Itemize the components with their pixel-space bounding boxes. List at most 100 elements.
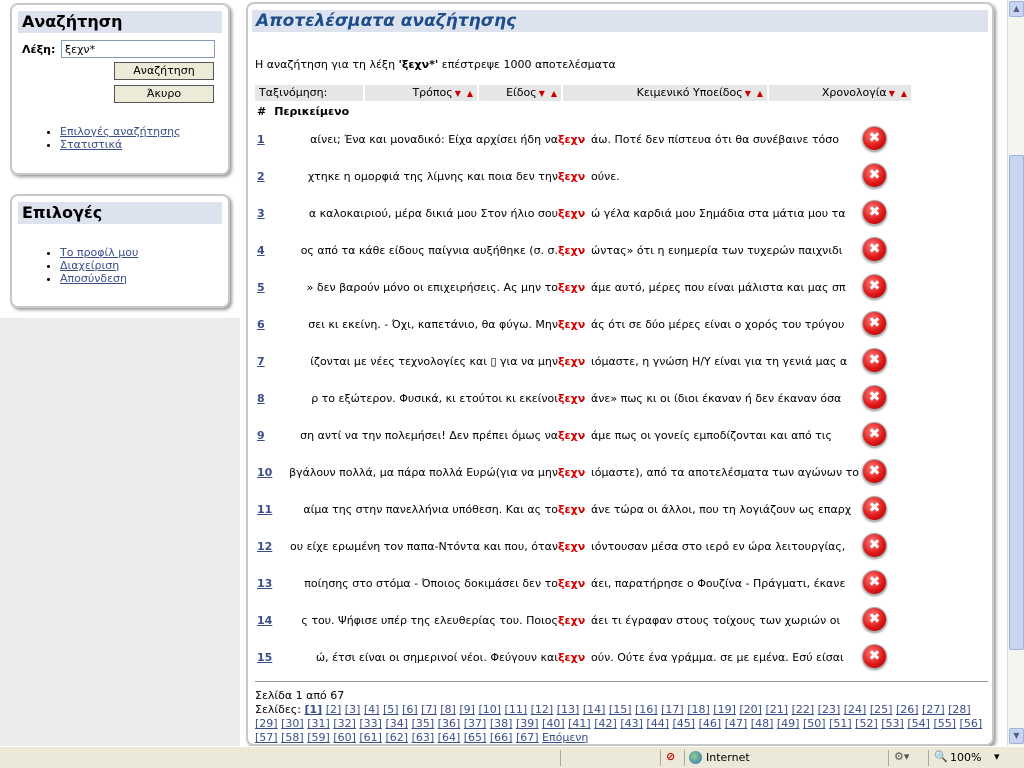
sort-desc-icon[interactable]: ▼: [745, 89, 751, 98]
page-link[interactable]: [2]: [326, 703, 342, 716]
page-link[interactable]: [20]: [739, 703, 762, 716]
page-link[interactable]: [14]: [583, 703, 606, 716]
search-button[interactable]: Αναζήτηση: [114, 62, 214, 80]
page-link[interactable]: [4]: [364, 703, 380, 716]
page-link[interactable]: [50]: [803, 717, 826, 730]
page-link[interactable]: [64]: [438, 731, 461, 744]
zoom-level[interactable]: 100%: [950, 751, 981, 764]
scroll-down-button[interactable]: ▼: [1009, 728, 1024, 744]
page-link[interactable]: [42]: [594, 717, 617, 730]
page-link[interactable]: [43]: [620, 717, 643, 730]
page-link[interactable]: [48]: [751, 717, 774, 730]
page-link[interactable]: [61]: [359, 731, 382, 744]
statistics-link[interactable]: Στατιστικά: [60, 138, 122, 151]
sort-desc-icon[interactable]: ▼: [889, 89, 895, 98]
page-link[interactable]: [47]: [725, 717, 748, 730]
page-link[interactable]: [34]: [385, 717, 408, 730]
page-link[interactable]: [28]: [948, 703, 971, 716]
popup-blocked-icon[interactable]: ⊘: [666, 750, 675, 763]
page-link[interactable]: [3]: [345, 703, 361, 716]
page-link[interactable]: [25]: [870, 703, 893, 716]
page-link[interactable]: [41]: [568, 717, 591, 730]
page-link[interactable]: [36]: [438, 717, 461, 730]
page-link[interactable]: [62]: [385, 731, 408, 744]
page-link[interactable]: [27]: [922, 703, 945, 716]
page-link[interactable]: [7]: [421, 703, 437, 716]
page-link[interactable]: [6]: [402, 703, 418, 716]
page-link[interactable]: [23]: [818, 703, 841, 716]
page-link[interactable]: [45]: [673, 717, 696, 730]
page-link[interactable]: [51]: [829, 717, 852, 730]
page-link[interactable]: [10]: [478, 703, 501, 716]
delete-icon[interactable]: ✖: [862, 200, 887, 225]
page-link[interactable]: [44]: [646, 717, 669, 730]
page-link[interactable]: [30]: [281, 717, 304, 730]
delete-icon[interactable]: ✖: [862, 496, 887, 521]
delete-icon[interactable]: ✖: [862, 348, 887, 373]
page-link[interactable]: [49]: [777, 717, 800, 730]
page-link[interactable]: [33]: [359, 717, 382, 730]
delete-icon[interactable]: ✖: [862, 237, 887, 262]
sort-desc-icon[interactable]: ▼: [539, 89, 545, 98]
scroll-thumb[interactable]: [1009, 155, 1024, 650]
page-link[interactable]: [19]: [713, 703, 736, 716]
page-link[interactable]: [35]: [412, 717, 435, 730]
delete-icon[interactable]: ✖: [862, 459, 887, 484]
delete-icon[interactable]: ✖: [862, 163, 887, 188]
page-link[interactable]: [66]: [490, 731, 513, 744]
delete-icon[interactable]: ✖: [862, 311, 887, 336]
sort-asc-icon[interactable]: ▲: [757, 89, 763, 98]
page-link[interactable]: [5]: [383, 703, 399, 716]
page-link[interactable]: [9]: [459, 703, 475, 716]
sort-asc-icon[interactable]: ▲: [467, 89, 473, 98]
delete-icon[interactable]: ✖: [862, 570, 887, 595]
delete-icon[interactable]: ✖: [862, 607, 887, 632]
vertical-scrollbar[interactable]: ▲ ▼: [1007, 0, 1024, 746]
page-link[interactable]: [16]: [635, 703, 658, 716]
page-link[interactable]: [8]: [440, 703, 456, 716]
next-page-link[interactable]: Επόμενη: [542, 731, 588, 744]
page-link[interactable]: [65]: [464, 731, 487, 744]
page-link[interactable]: [58]: [281, 731, 304, 744]
page-link[interactable]: [59]: [307, 731, 330, 744]
logout-link[interactable]: Αποσύνδεση: [60, 272, 127, 285]
page-link[interactable]: [53]: [881, 717, 904, 730]
page-link[interactable]: [54]: [907, 717, 930, 730]
delete-icon[interactable]: ✖: [862, 644, 887, 669]
admin-link[interactable]: Διαχείριση: [60, 259, 119, 272]
page-link[interactable]: [18]: [687, 703, 710, 716]
page-link[interactable]: [11]: [505, 703, 528, 716]
search-word-input[interactable]: [61, 40, 215, 58]
sort-desc-icon[interactable]: ▼: [455, 89, 461, 98]
page-link[interactable]: [63]: [412, 731, 435, 744]
page-link-current[interactable]: [1]: [304, 703, 322, 716]
page-link[interactable]: [55]: [933, 717, 956, 730]
delete-icon[interactable]: ✖: [862, 274, 887, 299]
page-link[interactable]: [21]: [765, 703, 788, 716]
delete-icon[interactable]: ✖: [862, 126, 887, 151]
page-link[interactable]: [56]: [960, 717, 983, 730]
page-link[interactable]: [17]: [661, 703, 684, 716]
page-link[interactable]: [39]: [516, 717, 539, 730]
cancel-button[interactable]: Άκυρο: [114, 85, 214, 103]
delete-icon[interactable]: ✖: [862, 422, 887, 447]
page-link[interactable]: [12]: [531, 703, 554, 716]
scroll-up-button[interactable]: ▲: [1009, 1, 1024, 17]
page-link[interactable]: [46]: [699, 717, 722, 730]
sort-asc-icon[interactable]: ▲: [551, 89, 557, 98]
page-link[interactable]: [52]: [855, 717, 878, 730]
zoom-icon[interactable]: 🔍: [934, 750, 948, 763]
page-link[interactable]: [24]: [844, 703, 867, 716]
page-link[interactable]: [15]: [609, 703, 632, 716]
page-link[interactable]: [60]: [333, 731, 356, 744]
page-link[interactable]: [67]: [516, 731, 539, 744]
protected-mode-icon[interactable]: ⚙▾: [894, 750, 909, 763]
zoom-dropdown-icon[interactable]: ▾: [994, 750, 1000, 763]
page-link[interactable]: [31]: [307, 717, 330, 730]
page-link[interactable]: [38]: [490, 717, 513, 730]
sort-asc-icon[interactable]: ▲: [901, 89, 907, 98]
page-link[interactable]: [40]: [542, 717, 565, 730]
delete-icon[interactable]: ✖: [862, 533, 887, 558]
page-link[interactable]: [29]: [255, 717, 278, 730]
search-options-link[interactable]: Επιλογές αναζήτησης: [60, 125, 181, 138]
